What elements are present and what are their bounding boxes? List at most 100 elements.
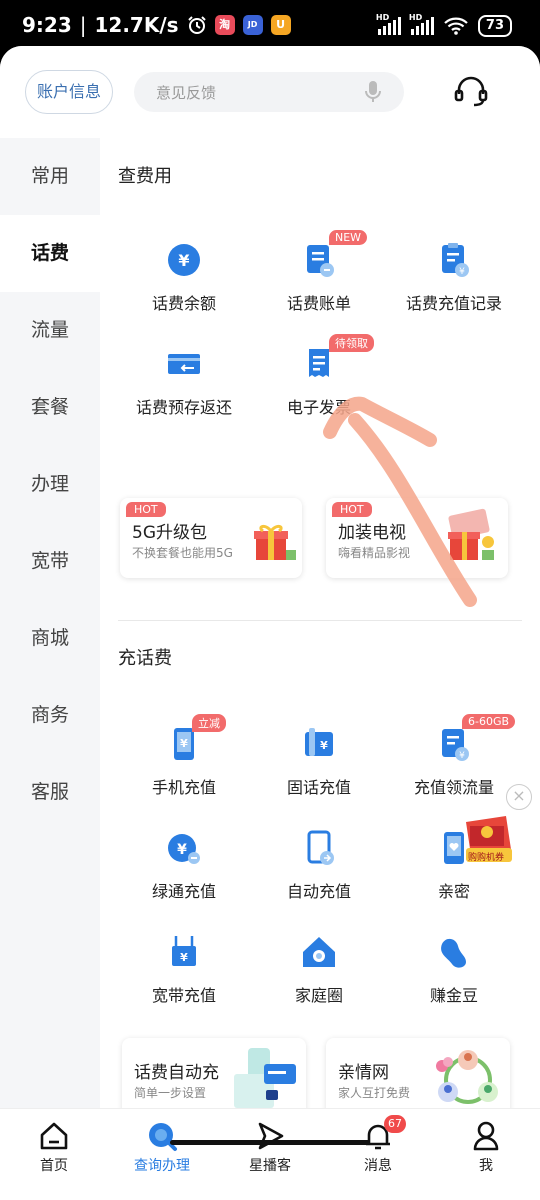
nav-query[interactable]: 查询办理 (108, 1119, 216, 1175)
card-title: 5G升级包 (132, 523, 207, 543)
app-notification-icon-3: U (270, 15, 291, 35)
card-family-network[interactable]: 亲情网 家人互打免费 (326, 1038, 510, 1118)
promo-float-coupon[interactable]: 购购机券 (460, 812, 516, 868)
grid-item-landline-recharge[interactable]: ¥ 固话充值 (249, 724, 389, 798)
nav-label: 消息 (364, 1158, 392, 1174)
grid-item-gold-bean[interactable]: 赚金豆 (384, 932, 524, 1006)
card-subtitle: 简单一步设置 (134, 1086, 207, 1100)
gold-bean-icon (434, 932, 474, 972)
grid-item-label: 话费充值记录 (405, 294, 502, 313)
grid-item-balance[interactable]: ¥ 话费余额 (114, 240, 254, 314)
sidebar-item-phone-fee[interactable]: 话费 (0, 215, 100, 292)
query-icon (108, 1119, 216, 1153)
grid-item-label: 自动充值 (286, 882, 351, 901)
wifi-icon (444, 17, 468, 35)
sidebar-item-common[interactable]: 常用 (0, 138, 100, 215)
nav-home[interactable]: 首页 (0, 1119, 108, 1175)
hot-tag: HOT (332, 502, 372, 517)
content-panel: 查费用 ¥ 话费余额 话费账单 NEW ¥ 话费充值记录 话费预存返还 电子发票… (100, 138, 540, 1118)
bill-icon (299, 240, 339, 280)
grid-item-flow-recharge[interactable]: ¥ 充值领流量 6-60GB (384, 714, 524, 798)
grid-item-recharge-record[interactable]: ¥ 话费充值记录 (384, 240, 524, 314)
card-title: 亲情网 (338, 1063, 389, 1083)
promo-card-tv[interactable]: HOT 加装电视 嗨看精品影视 (326, 498, 508, 578)
alarm-icon (187, 16, 206, 34)
home-icon (0, 1119, 108, 1153)
hd-label: HD (408, 13, 423, 22)
grid-item-prestore-return[interactable]: 话费预存返还 (114, 344, 254, 418)
grid-item-label: 话费余额 (151, 294, 216, 313)
status-bar: 9:23 | 12.7K/s 淘 JD U HD HD 73 (0, 0, 540, 52)
grid-item-mobile-recharge[interactable]: ¥ 手机充值 立减 (114, 714, 254, 798)
close-float-button[interactable]: × (506, 784, 532, 810)
auto-recharge-illustration (234, 1048, 296, 1108)
gift-box-icon (254, 524, 296, 560)
sidebar-item-business[interactable]: 商务 (0, 677, 100, 754)
sidebar-item-handle[interactable]: 办理 (0, 446, 100, 523)
svg-text:¥: ¥ (177, 842, 187, 858)
card-title: 话费自动充 (134, 1063, 219, 1083)
svg-text:¥: ¥ (459, 267, 465, 277)
card-return-icon (164, 344, 204, 384)
grid-item-label: 家庭圈 (294, 986, 343, 1005)
svg-text:¥: ¥ (180, 951, 188, 964)
header: 账户信息 意见反馈 (0, 46, 540, 138)
grid-item-family-circle[interactable]: 家庭圈 (249, 932, 389, 1006)
svg-text:¥: ¥ (178, 251, 189, 270)
sidebar-item-data[interactable]: 流量 (0, 292, 100, 369)
grid-item-bill[interactable]: 话费账单 NEW (249, 230, 389, 314)
green-recharge-icon: ¥ (164, 828, 204, 868)
promo-card-5g[interactable]: HOT 5G升级包 不换套餐也能用5G (120, 498, 302, 578)
sidebar-item-plan[interactable]: 套餐 (0, 369, 100, 446)
message-count-badge: 67 (384, 1115, 406, 1133)
bell-icon: 67 (324, 1115, 432, 1153)
battery-indicator: 73 (477, 15, 512, 37)
card-subtitle: 不换套餐也能用5G (132, 546, 233, 560)
grid-item-label: 充值领流量 (413, 778, 494, 797)
family-circle-icon (299, 932, 339, 972)
grid-item-label: 话费账单 (286, 294, 351, 313)
search-placeholder: 意见反馈 (156, 84, 217, 102)
grid-item-label: 赚金豆 (429, 986, 478, 1005)
svg-text:¥: ¥ (320, 739, 328, 752)
nav-star-podcast[interactable]: 星播客 (216, 1119, 324, 1175)
broadband-recharge-icon: ¥ (164, 932, 204, 972)
status-separator: | (79, 13, 87, 37)
card-title: 加装电视 (338, 523, 406, 543)
grid-item-auto-recharge[interactable]: 自动充值 (249, 828, 389, 902)
microphone-icon[interactable] (364, 80, 382, 104)
sidebar-item-service[interactable]: 客服 (0, 754, 100, 831)
to-claim-tag: 待领取 (329, 334, 374, 352)
card-auto-recharge[interactable]: 话费自动充 简单一步设置 (122, 1038, 306, 1118)
sidebar-item-broadband[interactable]: 宽带 (0, 523, 100, 600)
bottom-nav: 首页 查询办理 星播客 67 消息 我 (0, 1108, 540, 1200)
yuan-coin-icon: ¥ (164, 240, 204, 280)
grid-item-broadband-recharge[interactable]: ¥ 宽带充值 (114, 932, 254, 1006)
nav-me[interactable]: 我 (432, 1119, 540, 1175)
flow-recharge-icon: ¥ (434, 724, 474, 764)
sidebar-item-mall[interactable]: 商城 (0, 600, 100, 677)
nav-messages[interactable]: 67 消息 (324, 1115, 432, 1175)
nav-label: 查询办理 (134, 1158, 190, 1174)
signal-icon-2: HD (409, 13, 434, 35)
grid-item-label: 话费预存返还 (135, 398, 232, 417)
grid-item-green-recharge[interactable]: ¥ 绿通充值 (114, 828, 254, 902)
card-subtitle: 嗨看精品影视 (338, 546, 411, 560)
data-amount-tag: 6-60GB (462, 714, 516, 729)
section-title-recharge: 充话费 (118, 648, 172, 669)
grid-item-label: 电子发票 (286, 398, 351, 417)
grid-item-label: 固话充值 (286, 778, 351, 797)
grid-item-label: 亲密 (437, 882, 470, 901)
status-time: 9:23 (22, 13, 72, 37)
grid-item-e-invoice[interactable]: 电子发票 待领取 (249, 334, 389, 418)
grid-item-label: 绿通充值 (151, 882, 216, 901)
account-info-button[interactable]: 账户信息 (25, 70, 113, 114)
family-network-illustration (436, 1050, 498, 1104)
search-input[interactable]: 意见反馈 (134, 72, 404, 112)
auto-recharge-icon (299, 828, 339, 868)
grid-item-label: 手机充值 (151, 778, 216, 797)
category-sidebar: 常用 话费 流量 套餐 办理 宽带 商城 商务 客服 (0, 138, 100, 1108)
network-speed: 12.7K/s (94, 13, 179, 37)
hot-tag: HOT (126, 502, 166, 517)
customer-service-icon[interactable] (454, 76, 488, 108)
